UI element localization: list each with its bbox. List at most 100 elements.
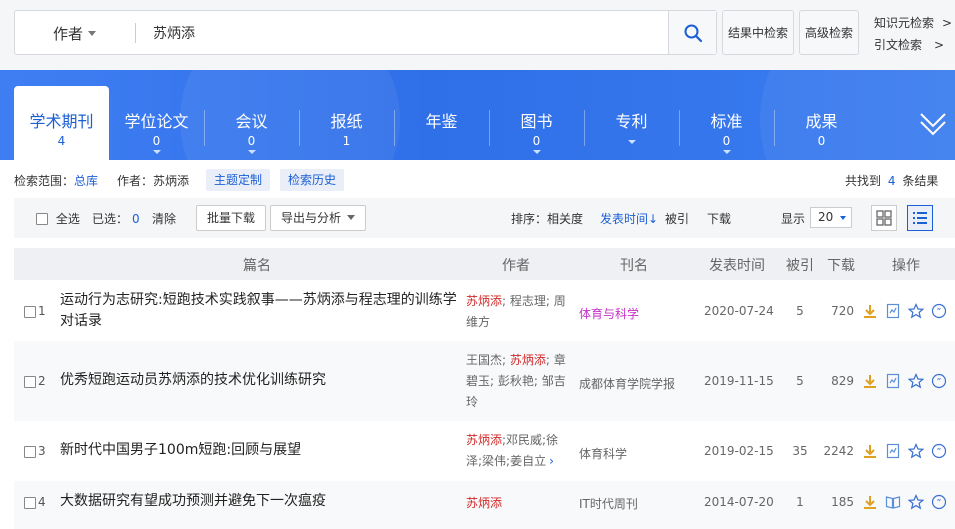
- search-button[interactable]: [668, 11, 716, 54]
- export-analysis-button[interactable]: 导出与分析: [270, 205, 366, 231]
- display-label: 显示: [781, 212, 806, 226]
- sort-cited[interactable]: 被引: [665, 210, 689, 227]
- tab-label: 成果: [805, 112, 838, 131]
- tab-achievements[interactable]: 成果 0: [774, 86, 869, 160]
- chevron-down-icon: [88, 31, 97, 36]
- citation-search-link[interactable]: 引文检索 >: [874, 34, 952, 56]
- tab-books[interactable]: 图书 0: [489, 86, 584, 160]
- row-checkbox[interactable]: [24, 446, 36, 458]
- row-checkbox[interactable]: [24, 497, 36, 509]
- tab-journals[interactable]: 学术期刊 4: [14, 86, 109, 160]
- svg-text:”: ”: [937, 499, 942, 509]
- html-read-icon[interactable]: [885, 373, 901, 389]
- quote-icon[interactable]: ”: [931, 303, 947, 319]
- download-icon[interactable]: [862, 373, 878, 389]
- cited-count[interactable]: 5: [792, 374, 808, 388]
- tab-count: 0: [532, 134, 541, 148]
- author-link[interactable]: 苏炳添: [510, 353, 546, 367]
- caret-down-icon: [247, 150, 256, 154]
- scope-label: 检索范围：: [14, 174, 75, 188]
- knowledge-search-link[interactable]: 知识元检索 >: [874, 12, 952, 34]
- export-label: 导出与分析: [280, 211, 341, 225]
- download-icon[interactable]: [862, 303, 878, 319]
- checkbox[interactable]: [36, 213, 48, 225]
- book-read-icon[interactable]: [885, 494, 901, 510]
- page-size-select[interactable]: 20: [810, 207, 852, 228]
- sort-download[interactable]: 下载: [707, 210, 731, 227]
- batch-download-button[interactable]: 批量下载: [196, 205, 266, 231]
- tab-newspapers[interactable]: 报纸 1: [299, 86, 394, 160]
- more-authors-icon[interactable]: ›: [549, 454, 554, 468]
- column-header-downloads: 下载: [827, 258, 855, 274]
- author-link[interactable]: 苏炳添: [466, 433, 502, 447]
- chevron-right-icon: >: [934, 38, 945, 52]
- html-read-icon[interactable]: [885, 443, 901, 459]
- favorite-star-icon[interactable]: [907, 373, 925, 389]
- tab-count: 1: [342, 134, 351, 148]
- quote-icon[interactable]: ”: [931, 443, 947, 459]
- svg-text:”: ”: [937, 378, 942, 388]
- sort-pubdate[interactable]: 发表时间↓: [600, 210, 658, 227]
- custom-topic-button[interactable]: 主题定制: [206, 169, 271, 191]
- cited-count[interactable]: 1: [792, 495, 808, 509]
- article-title-link[interactable]: 优秀短跑运动员苏炳添的技术优化训练研究: [60, 370, 460, 391]
- article-title-link[interactable]: 大数据研究有望成功预测并避免下一次瘟疫: [60, 491, 460, 512]
- row-checkbox[interactable]: [24, 376, 36, 388]
- page-size-value: 20: [818, 210, 834, 224]
- favorite-star-icon[interactable]: [907, 303, 925, 319]
- search-history-button[interactable]: 检索历史: [280, 169, 345, 191]
- result-count-value: 4: [887, 174, 896, 188]
- author-list: 苏炳添; 程志理; 周维方: [466, 291, 568, 333]
- chevron-down-icon: [840, 216, 846, 220]
- source-link[interactable]: 体育与科学: [579, 305, 639, 322]
- publish-date: 2020-07-24: [704, 304, 774, 318]
- tab-patents[interactable]: 专利: [584, 86, 679, 160]
- resource-tab-bar: 学术期刊 4 学位论文 0 会议 0 报纸 1 年鉴 图书 0 专利 标准 0 …: [0, 70, 955, 160]
- author-link[interactable]: 苏炳添: [466, 294, 502, 308]
- source-link[interactable]: IT时代周刊: [579, 495, 638, 512]
- quote-icon[interactable]: ”: [931, 494, 947, 510]
- advanced-search-button[interactable]: 高级检索: [799, 10, 859, 55]
- scope-value[interactable]: 总库: [74, 174, 98, 188]
- download-icon[interactable]: [862, 443, 878, 459]
- cited-count[interactable]: 35: [792, 444, 808, 458]
- source-link[interactable]: 体育科学: [579, 445, 627, 462]
- column-header-source: 刊名: [620, 258, 648, 274]
- select-all-checkbox[interactable]: 全选: [36, 210, 80, 227]
- cited-count[interactable]: 5: [792, 304, 808, 318]
- publish-date: 2019-02-15: [704, 444, 774, 458]
- search-input[interactable]: [153, 19, 663, 47]
- clear-selection-link[interactable]: 清除: [152, 210, 176, 227]
- author-list: 苏炳添;邓民威;徐泽;梁伟;姜自立 ›: [466, 430, 568, 472]
- row-checkbox[interactable]: [24, 306, 36, 318]
- tab-conferences[interactable]: 会议 0: [204, 86, 299, 160]
- search-in-results-button[interactable]: 结果中检索: [722, 10, 794, 55]
- html-read-icon[interactable]: [885, 303, 901, 319]
- article-title-link[interactable]: 运动行为志研究:短跑技术实践叙事——苏炳添与程志理的训练学对话录: [60, 290, 460, 332]
- grid-icon: [876, 210, 892, 226]
- tab-yearbooks[interactable]: 年鉴: [394, 86, 489, 160]
- favorite-star-icon[interactable]: [907, 494, 925, 510]
- tab-count: 0: [152, 134, 161, 148]
- column-header-author: 作者: [502, 258, 530, 274]
- tab-theses[interactable]: 学位论文 0: [109, 86, 204, 160]
- tab-standards[interactable]: 标准 0: [679, 86, 774, 160]
- author-list: 苏炳添: [466, 493, 568, 514]
- list-view-button[interactable]: [907, 205, 933, 231]
- column-header-cited: 被引: [786, 258, 814, 274]
- article-title-link[interactable]: 新时代中国男子100m短跑:回顾与展望: [60, 440, 460, 461]
- author-names[interactable]: 王国杰;: [466, 353, 510, 367]
- search-field-select[interactable]: 作者: [53, 23, 97, 44]
- expand-tabs-button[interactable]: [916, 106, 950, 140]
- quote-icon[interactable]: ”: [931, 373, 947, 389]
- favorite-star-icon[interactable]: [907, 443, 925, 459]
- double-chevron-down-icon: [920, 113, 946, 136]
- sort-relevance[interactable]: 相关度: [547, 212, 583, 226]
- search-box: 作者: [14, 10, 717, 55]
- tab-count: 0: [817, 134, 826, 148]
- tab-label: 图书: [520, 112, 553, 131]
- author-link[interactable]: 苏炳添: [466, 496, 502, 510]
- grid-view-button[interactable]: [871, 205, 897, 231]
- source-link[interactable]: 成都体育学院学报: [579, 375, 675, 392]
- download-icon[interactable]: [862, 494, 878, 510]
